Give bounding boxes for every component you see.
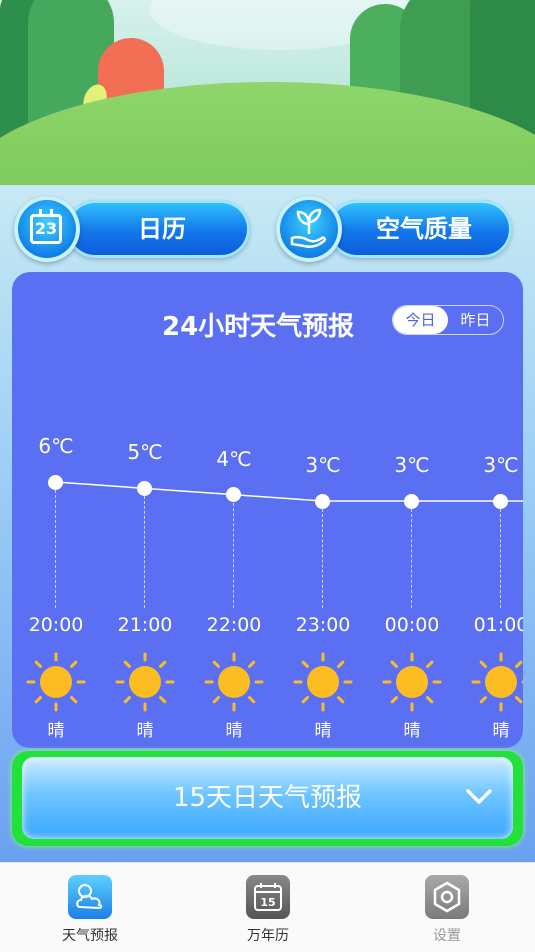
hour-time: 22:00 [206,614,262,636]
hour-condition: 晴 [314,721,332,741]
temp-stem [144,496,145,608]
temp-dot [315,493,330,509]
sun-icon [204,652,264,712]
header-illustration [0,0,535,190]
hour-temp: 3℃ [483,453,519,477]
fifteen-day-forecast-button[interactable]: 15天日天气预报 [12,751,523,846]
temp-dot [493,493,508,509]
temp-stem [500,509,501,608]
hour-time: 20:00 [28,614,84,636]
hour-column: 5℃ 21:00 晴 [100,272,190,748]
nav-item-settings[interactable]: 设置 [387,875,507,945]
hour-time: 00:00 [384,614,440,636]
hour-time: 01:00 [473,614,523,636]
bottom-nav: 天气预报 15 万年历 设置 [0,862,535,952]
temp-dot [137,480,152,496]
temp-stem [233,502,234,608]
weather-icon [68,875,112,919]
nav-label-weather: 天气预报 [62,928,118,944]
temp-stem [411,509,412,608]
temp-dot [48,474,63,490]
hour-column: 3℃ 23:00 晴 [278,272,368,748]
hourly-list: 6℃ 20:00 晴 5℃ 21:00 晴 4℃ 22:00 晴 3℃ 23:00 晴 3℃ 00:00 晴… [12,272,523,748]
hour-temp: 6℃ [38,434,74,458]
hour-time: 23:00 [295,614,351,636]
chevron-down-icon [466,789,492,804]
calendar-icon: 15 [246,875,290,919]
hour-column: 3℃ 01:00 晴 [456,272,523,748]
hour-condition: 晴 [47,721,65,741]
sun-icon [471,652,523,712]
hour-temp: 3℃ [394,453,430,477]
air-quality-button-label: 空气质量 [376,215,472,243]
calendar-icon: 23 [30,209,62,244]
hourly-forecast-card: 24小时天气预报 今日 昨日 6℃ 20:00 晴 5℃ 21:00 晴 4℃ 22:00 晴 3… [12,272,523,748]
nav-item-calendar[interactable]: 15 万年历 [208,875,328,945]
hour-temp: 3℃ [305,453,341,477]
nav-label-calendar: 万年历 [247,928,289,944]
air-quality-button[interactable]: 空气质量 [276,196,516,262]
hour-time: 21:00 [117,614,173,636]
hour-column: 6℃ 20:00 晴 [12,272,101,748]
calendar-button-label: 日历 [138,215,186,243]
sun-icon [293,652,353,712]
svg-text:15: 15 [260,896,275,909]
hour-temp: 5℃ [127,440,163,465]
sun-icon [26,652,86,712]
nav-item-weather[interactable]: 天气预报 [30,875,150,945]
air-quality-icon-circle [276,196,342,262]
settings-icon [425,875,469,919]
hour-condition: 晴 [492,721,510,741]
hour-condition: 晴 [136,721,154,741]
hour-column: 4℃ 22:00 晴 [189,272,279,748]
hour-condition: 晴 [225,721,243,741]
hour-column: 3℃ 00:00 晴 [367,272,457,748]
temp-dot [226,487,241,503]
plant-hand-icon [290,208,327,249]
fifteen-day-label: 15天日天气预报 [172,783,363,813]
temp-dot [404,493,419,509]
sun-icon [382,652,442,712]
hour-condition: 晴 [403,721,421,741]
temp-stem [322,509,323,608]
calendar-button[interactable]: 23 日历 [14,196,254,262]
calendar-icon-circle: 23 [14,196,80,262]
nav-label-settings: 设置 [433,928,461,944]
hour-temp: 4℃ [216,446,252,471]
sun-icon [115,652,175,712]
temp-stem [55,490,56,608]
